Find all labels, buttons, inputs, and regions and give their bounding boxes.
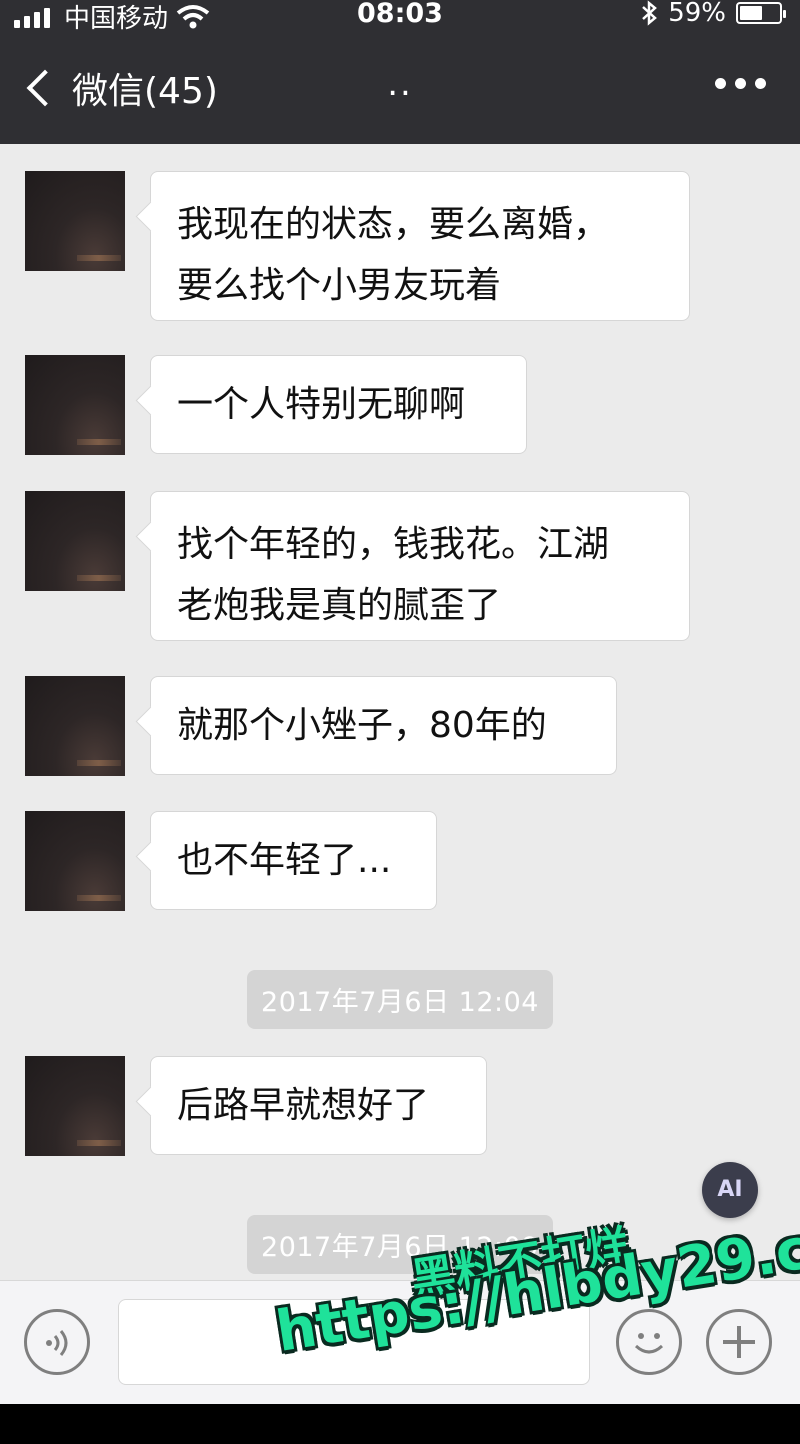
message-text: 就那个小矬子，80年的 — [177, 705, 547, 746]
message-text: 找个年轻的，钱我花。江湖 老炮我是真的腻歪了 — [177, 524, 610, 626]
chat-area[interactable]: 我现在的状态，要么离婚， 要么找个小男友玩着 一个人特别无聊啊 找个年轻的，钱我… — [0, 144, 800, 1280]
top-bar: 中国移动 08:03 59% 微信(45) .. — [0, 0, 800, 144]
status-right: 59% — [640, 0, 786, 28]
chat-title: .. — [387, 64, 413, 104]
avatar[interactable] — [25, 811, 125, 911]
message-text: 后路早就想好了 — [177, 1085, 430, 1126]
bluetooth-icon — [642, 0, 658, 26]
avatar[interactable] — [25, 676, 125, 776]
message-input[interactable] — [118, 1299, 590, 1385]
avatar[interactable] — [25, 1056, 125, 1156]
message-text: 一个人特别无聊啊 — [177, 384, 466, 425]
wechat-chat-screen: 中国移动 08:03 59% 微信(45) .. 我现在的状态，要么离婚， 要么… — [0, 0, 800, 1444]
battery-percent: 59% — [668, 0, 726, 28]
emoji-icon[interactable] — [616, 1309, 682, 1375]
battery-icon — [736, 2, 786, 24]
avatar[interactable] — [25, 491, 125, 591]
battery-level — [740, 6, 762, 20]
status-bar: 中国移动 08:03 59% — [0, 0, 800, 38]
timestamp: 2017年7月6日 12:04 — [0, 970, 800, 1029]
voice-icon[interactable] — [24, 1309, 90, 1375]
avatar[interactable] — [25, 355, 125, 455]
message-bubble[interactable]: 就那个小矬子，80年的 — [150, 676, 617, 775]
message-bubble[interactable]: 找个年轻的，钱我花。江湖 老炮我是真的腻歪了 — [150, 491, 690, 641]
input-bar — [0, 1280, 800, 1405]
timestamp-label: 2017年7月6日 12:04 — [247, 970, 553, 1029]
avatar[interactable] — [25, 171, 125, 271]
message-bubble[interactable]: 后路早就想好了 — [150, 1056, 487, 1155]
message-bubble[interactable]: 也不年轻了... — [150, 811, 437, 910]
plus-icon[interactable] — [706, 1309, 772, 1375]
message-bubble[interactable]: 我现在的状态，要么离婚， 要么找个小男友玩着 — [150, 171, 690, 321]
more-dots-icon[interactable] — [715, 78, 766, 89]
smiley-face-icon — [634, 1333, 664, 1354]
navigation-bar: 微信(45) .. — [0, 50, 800, 130]
timestamp: 2017年7月6日 12:09 — [0, 1215, 800, 1274]
voice-waves-icon — [46, 1330, 68, 1356]
bottom-strip — [0, 1404, 800, 1444]
ai-assistant-button[interactable]: AI — [702, 1162, 758, 1218]
message-text: 也不年轻了... — [177, 840, 392, 881]
message-text: 我现在的状态，要么离婚， 要么找个小男友玩着 — [177, 204, 610, 306]
timestamp-label: 2017年7月6日 12:09 — [247, 1215, 553, 1274]
message-bubble[interactable]: 一个人特别无聊啊 — [150, 355, 527, 454]
